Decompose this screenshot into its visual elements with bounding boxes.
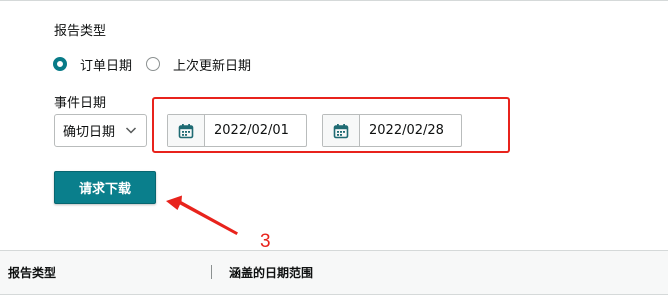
end-date-value[interactable]: 2022/02/28 <box>360 115 444 146</box>
report-type-label: 报告类型 <box>54 24 107 39</box>
calendar-icon <box>178 123 194 138</box>
date-basis-radio-group: 订单日期 上次更新日期 <box>53 55 265 74</box>
radio-unchecked-icon[interactable] <box>146 57 161 71</box>
end-date-picker[interactable]: 2022/02/28 <box>322 114 462 147</box>
start-date-calendar-button[interactable] <box>168 115 205 146</box>
radio-order-date[interactable]: 订单日期 <box>53 55 132 74</box>
radio-last-updated[interactable]: 上次更新日期 <box>146 55 251 74</box>
column-header-report-type[interactable]: 报告类型 <box>8 264 56 281</box>
column-header-date-range[interactable]: 涵盖的日期范围 <box>229 264 313 281</box>
event-date-label: 事件日期 <box>54 96 107 111</box>
radio-order-date-label: 订单日期 <box>80 58 133 74</box>
annotation-arrow-icon <box>166 195 238 235</box>
date-mode-select-value: 确切日期 <box>63 125 116 140</box>
calendar-icon <box>333 123 349 138</box>
request-download-button[interactable]: 请求下载 <box>54 171 156 204</box>
report-table-header: 报告类型 涵盖的日期范围 <box>0 250 668 295</box>
start-date-picker[interactable]: 2022/02/01 <box>167 114 307 147</box>
end-date-calendar-button[interactable] <box>323 115 360 146</box>
date-mode-select[interactable]: 确切日期 <box>54 114 147 147</box>
start-date-value[interactable]: 2022/02/01 <box>205 115 289 146</box>
column-divider <box>211 265 212 279</box>
top-divider <box>0 0 668 1</box>
chevron-down-icon <box>125 127 137 134</box>
radio-checked-icon[interactable] <box>53 57 67 71</box>
radio-last-updated-label: 上次更新日期 <box>173 58 252 74</box>
